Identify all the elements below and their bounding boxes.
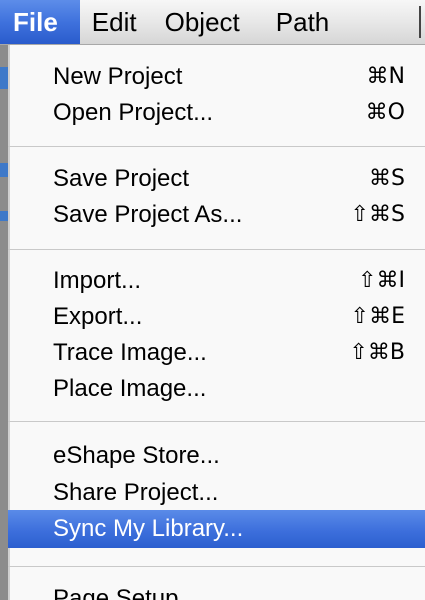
menu-item-import[interactable]: Import... ⇧⌘I [8, 263, 425, 298]
file-menu-dropdown: New Project ⌘N Open Project... ⌘O Save P… [8, 45, 425, 600]
menu-item-save-project[interactable]: Save Project ⌘S [8, 161, 425, 196]
menubar-separator [419, 6, 421, 38]
menu-item-shortcut: ⌘O [365, 100, 405, 125]
menu-item-export[interactable]: Export... ⇧⌘E [8, 299, 425, 334]
menu-item-shortcut: ⌘N [366, 64, 405, 89]
menu-divider [8, 146, 425, 147]
menu-item-save-project-as[interactable]: Save Project As... ⇧⌘S [8, 197, 425, 232]
menu-item-label: Sync My Library... [53, 515, 244, 542]
menu-edit[interactable]: Edit [80, 0, 137, 44]
menu-item-sync-my-library[interactable]: Sync My Library... [8, 510, 425, 548]
menu-path[interactable]: Path [240, 0, 330, 44]
menu-item-trace-image[interactable]: Trace Image... ⇧⌘B [8, 335, 425, 370]
menu-item-shortcut: ⇧⌘I [358, 268, 405, 293]
menu-item-label: Save Project As... [53, 200, 243, 228]
window-edge-accent [0, 211, 8, 221]
menu-item-label: Export... [53, 302, 143, 330]
menu-object[interactable]: Object [137, 0, 240, 44]
menu-item-label: New Project [53, 62, 183, 90]
menu-divider [8, 421, 425, 422]
menu-item-label: Import... [53, 266, 142, 294]
menu-file[interactable]: File [0, 0, 80, 44]
menu-divider [8, 566, 425, 567]
menu-item-eshape-store[interactable]: eShape Store... [8, 438, 425, 473]
menu-item-share-project[interactable]: Share Project... [8, 475, 425, 510]
menu-item-label: Place Image... [53, 374, 207, 402]
menu-item-label: Open Project... [53, 98, 214, 126]
background-window-edge [0, 45, 8, 600]
menu-item-place-image[interactable]: Place Image... [8, 371, 425, 406]
menu-item-new-project[interactable]: New Project ⌘N [8, 59, 425, 94]
menu-divider [8, 249, 425, 250]
menu-item-label: eShape Store... [53, 441, 220, 469]
menu-item-open-project[interactable]: Open Project... ⌘O [8, 95, 425, 130]
menu-bar: File Edit Object Path [0, 0, 425, 45]
menu-item-label: Save Project [53, 164, 190, 192]
menu-item-label: Share Project... [53, 478, 219, 506]
window-edge-accent [0, 67, 8, 89]
menu-item-page-setup[interactable]: Page Setup... [8, 581, 425, 600]
menu-item-shortcut: ⇧⌘S [350, 202, 405, 227]
menu-item-shortcut: ⇧⌘B [349, 340, 405, 365]
menu-item-shortcut: ⌘S [369, 166, 405, 191]
menu-item-label: Page Setup... [53, 584, 199, 600]
menu-item-shortcut: ⇧⌘E [350, 304, 405, 329]
window-edge-accent [0, 163, 8, 177]
menu-item-label: Trace Image... [53, 338, 207, 366]
